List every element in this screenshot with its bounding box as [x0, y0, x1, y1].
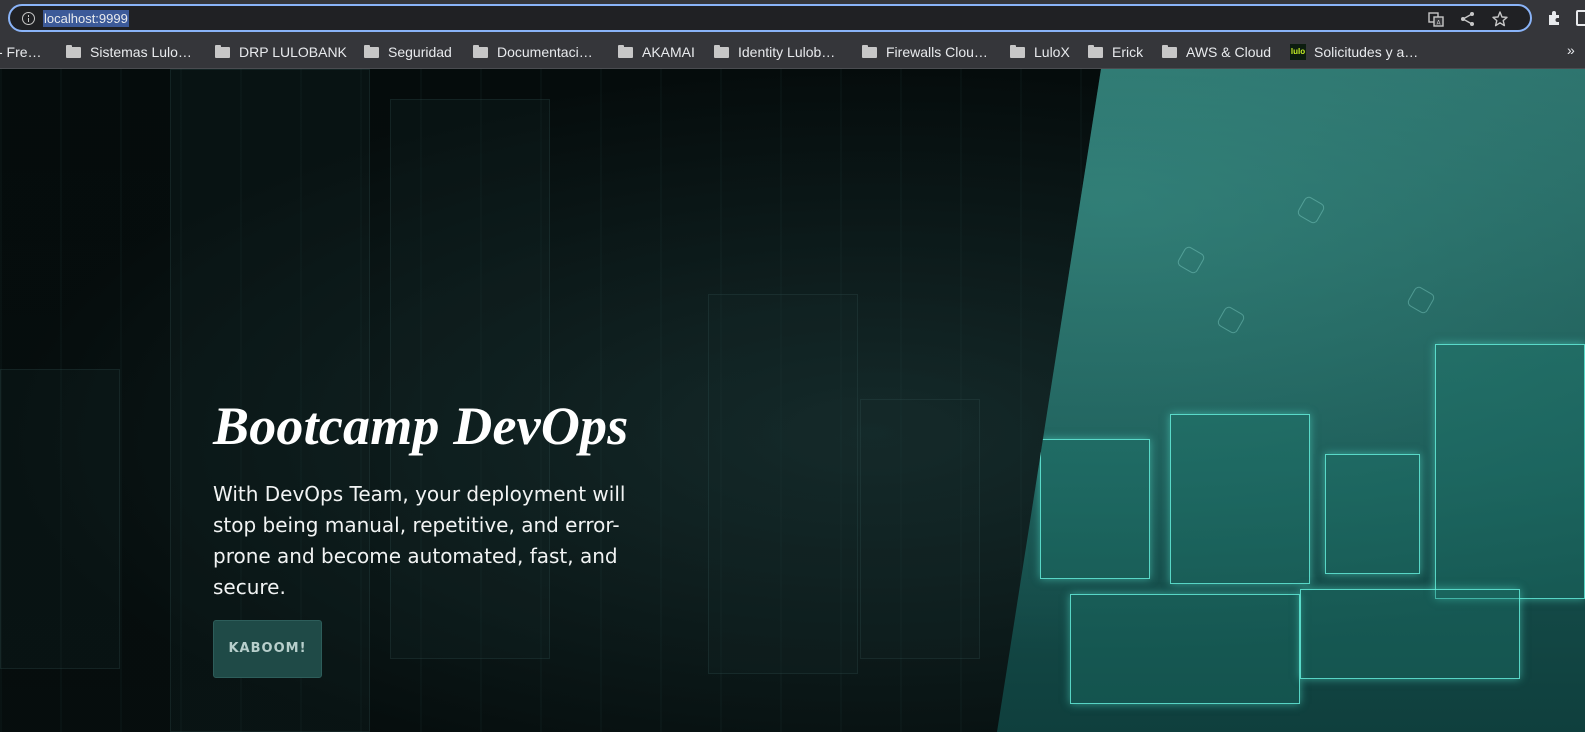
folder-icon — [862, 44, 877, 58]
glowing-server-block — [1170, 414, 1310, 584]
background-server-tower — [708, 294, 858, 674]
bookmark-item[interactable]: lulo Solicitudes y a… — [1290, 42, 1418, 62]
hero-title: Bootcamp DevOps — [213, 396, 629, 456]
background-server-tower — [0, 369, 120, 669]
lulo-favicon-icon: lulo — [1290, 44, 1306, 60]
glowing-platform — [1070, 594, 1300, 704]
bookmark-star-icon[interactable] — [1491, 10, 1509, 28]
bookmark-folder[interactable]: AWS & Cloud — [1162, 42, 1271, 62]
bookmark-folder[interactable]: Documentaci… — [473, 42, 593, 62]
hexagon-decoration — [1175, 244, 1207, 276]
bookmark-folder[interactable]: LuloX — [1010, 42, 1070, 62]
glowing-server-block — [1325, 454, 1420, 574]
folder-icon — [1088, 44, 1103, 58]
folder-icon — [364, 44, 379, 58]
bookmark-folder[interactable]: Seguridad — [364, 42, 452, 62]
site-info-icon[interactable] — [22, 12, 35, 25]
bookmark-folder[interactable]: Erick — [1088, 42, 1143, 62]
bookmark-folder[interactable]: AKAMAI — [618, 42, 695, 62]
folder-icon — [473, 44, 488, 58]
share-icon[interactable] — [1459, 10, 1477, 28]
bookmark-item[interactable]: - Fre… — [0, 42, 42, 62]
hero-description: With DevOps Team, your deployment will s… — [213, 482, 626, 599]
folder-icon — [1010, 44, 1025, 58]
hexagon-decoration — [1295, 194, 1327, 226]
glowing-platform — [1300, 589, 1520, 679]
hero-section: Bootcamp DevOps With DevOps Team, your d… — [0, 69, 1585, 732]
folder-icon — [1162, 44, 1177, 58]
translate-icon[interactable]: A — [1427, 10, 1445, 28]
browser-toolbar: localhost:9999 A — [0, 0, 1585, 36]
hexagon-decoration — [1405, 284, 1437, 316]
bookmarks-bar: - Fre… Sistemas Lulo… DRP LULOBANK Segur… — [0, 36, 1585, 69]
bookmark-folder[interactable]: Identity Lulob… — [714, 42, 835, 62]
bookmark-folder[interactable]: DRP LULOBANK — [215, 42, 347, 62]
address-bar[interactable]: localhost:9999 A — [8, 4, 1532, 32]
extensions-puzzle-icon[interactable] — [1546, 9, 1564, 27]
background-server-tower — [860, 399, 980, 659]
folder-icon — [714, 44, 729, 58]
side-panel-icon[interactable] — [1576, 10, 1585, 26]
glowing-server-block — [1040, 439, 1150, 579]
kaboom-button[interactable]: KABOOM! — [213, 620, 322, 678]
folder-icon — [215, 44, 230, 58]
folder-icon — [618, 44, 633, 58]
hexagon-decoration — [1215, 304, 1247, 336]
bookmark-folder[interactable]: Firewalls Clou… — [862, 42, 988, 62]
bookmark-folder[interactable]: Sistemas Lulo… — [66, 42, 192, 62]
address-bar-url[interactable]: localhost:9999 — [43, 10, 129, 27]
bookmarks-overflow-icon[interactable]: » — [1567, 42, 1575, 58]
glowing-server-block — [1435, 344, 1585, 599]
folder-icon — [66, 44, 81, 58]
